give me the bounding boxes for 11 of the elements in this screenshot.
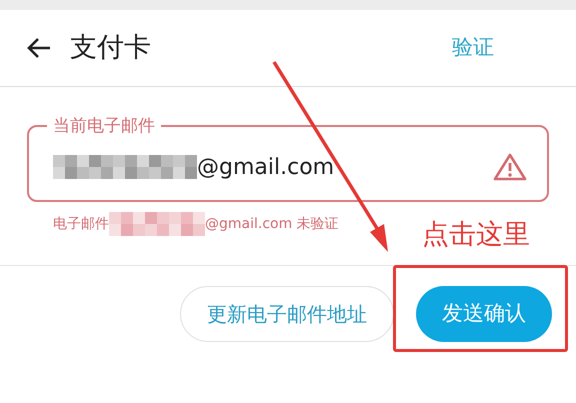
- email-field[interactable]: 当前电子邮件 @gmail.com: [27, 114, 549, 202]
- annotation-text: 点击这里: [422, 218, 530, 252]
- page-title: 支付卡: [70, 30, 151, 65]
- send-confirmation-button[interactable]: 发送确认: [416, 286, 552, 342]
- helper-text: 电子邮件: [53, 214, 109, 234]
- update-email-button[interactable]: 更新电子邮件地址: [180, 286, 394, 342]
- email-value: @gmail.com: [197, 154, 334, 182]
- helper-text: @gmail.com 未验证: [205, 214, 339, 234]
- field-label: 当前电子邮件: [52, 115, 156, 138]
- back-arrow-icon[interactable]: [26, 37, 52, 59]
- verify-link[interactable]: 验证: [452, 32, 494, 64]
